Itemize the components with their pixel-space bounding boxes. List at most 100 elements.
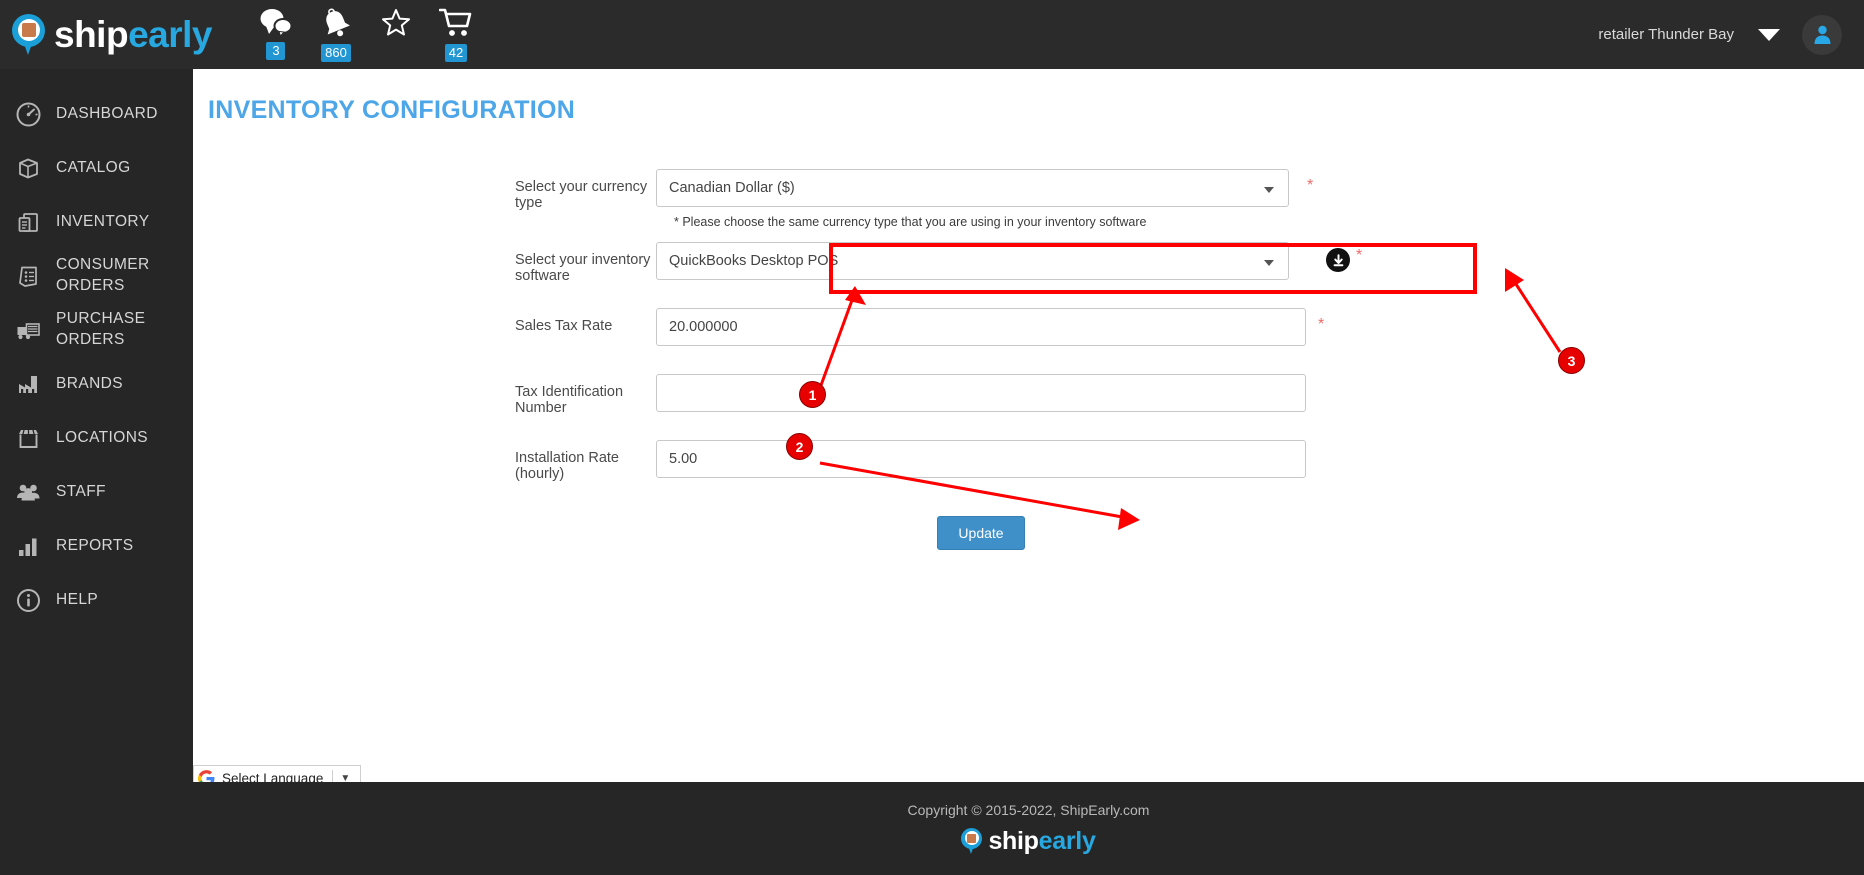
footer-brand-logo: shipearly bbox=[961, 827, 1096, 856]
brand-wordmark: shipearly bbox=[54, 16, 212, 53]
sidebar-item-label: LOCATIONS bbox=[56, 428, 149, 446]
top-header-bar: shipearly 3 860 42 retailer Thunder Bay bbox=[0, 0, 1864, 69]
footer-brand-early: early bbox=[1038, 826, 1096, 855]
sidebar-item-label: STAFF bbox=[56, 482, 106, 500]
tax-id-control bbox=[656, 374, 1306, 412]
sidebar-item-label: BRANDS bbox=[56, 374, 123, 392]
sales-tax-required-marker: * bbox=[1318, 316, 1325, 333]
download-connector-icon[interactable] bbox=[1326, 248, 1350, 272]
form-row-tax-id: Tax Identification Number bbox=[193, 374, 1864, 440]
document-list-icon bbox=[9, 264, 47, 289]
installation-rate-input[interactable]: 5.00 bbox=[656, 440, 1306, 478]
footer-brand-ship: ship bbox=[988, 826, 1039, 855]
sidebar-item-label: DASHBOARD bbox=[56, 104, 158, 122]
avatar[interactable] bbox=[1802, 14, 1842, 55]
installation-rate-value: 5.00 bbox=[669, 451, 698, 467]
notifications-button[interactable]: 860 bbox=[306, 8, 366, 62]
inventory-boxes-icon bbox=[9, 210, 47, 235]
messages-icon bbox=[259, 8, 293, 40]
software-control: QuickBooks Desktop POS * bbox=[656, 242, 1362, 280]
brand-text-ship: ship bbox=[54, 14, 129, 55]
currency-required-marker: * bbox=[1307, 177, 1314, 194]
actions-control: Update bbox=[656, 506, 1306, 550]
sidebar-item-dashboard[interactable]: DASHBOARD bbox=[0, 87, 193, 141]
header-icon-group: 3 860 42 bbox=[246, 0, 486, 69]
sidebar-item-purchase-orders[interactable]: PURCHASE ORDERS bbox=[0, 303, 193, 357]
people-group-icon bbox=[9, 480, 47, 505]
inventory-software-select-value: QuickBooks Desktop POS bbox=[669, 253, 839, 269]
sales-tax-control: 20.000000 * bbox=[656, 308, 1324, 346]
favorites-star-icon bbox=[381, 8, 411, 41]
sales-tax-rate-input[interactable]: 20.000000 bbox=[656, 308, 1306, 346]
sidebar-item-consumer-orders[interactable]: CONSUMER ORDERS bbox=[0, 249, 193, 303]
page-title: INVENTORY CONFIGURATION bbox=[208, 96, 576, 124]
sidebar-item-label: INVENTORY bbox=[56, 212, 150, 230]
app-root: shipearly 3 860 42 retailer Thunder Bay … bbox=[0, 0, 1864, 875]
form-row-installation-rate: Installation Rate (hourly) 5.00 bbox=[193, 440, 1864, 506]
sales-tax-label: Sales Tax Rate bbox=[515, 318, 613, 334]
storefront-icon bbox=[9, 426, 47, 451]
currency-label: Select your currency type bbox=[515, 179, 648, 211]
factory-icon bbox=[9, 372, 47, 397]
inventory-configuration-form: Select your currency type Canadian Dolla… bbox=[193, 169, 1864, 550]
sidebar-item-reports[interactable]: REPORTS bbox=[0, 519, 193, 573]
bar-chart-icon bbox=[9, 534, 47, 559]
cart-button[interactable]: 42 bbox=[426, 8, 486, 62]
page-footer: Copyright © 2015-2022, ShipEarly.com shi… bbox=[193, 782, 1864, 875]
installation-rate-label: Installation Rate (hourly) bbox=[515, 450, 619, 482]
sidebar-item-catalog[interactable]: CATALOG bbox=[0, 141, 193, 195]
notifications-badge: 860 bbox=[321, 44, 351, 62]
chevron-down-icon bbox=[1264, 187, 1274, 193]
form-row-software: Select your inventory software QuickBook… bbox=[193, 242, 1864, 308]
speedometer-icon bbox=[9, 102, 47, 127]
currency-hint: * Please choose the same currency type t… bbox=[674, 215, 1147, 229]
messages-button[interactable]: 3 bbox=[246, 8, 306, 60]
notifications-bell-icon bbox=[320, 8, 352, 42]
sales-tax-rate-value: 20.000000 bbox=[669, 319, 738, 335]
sidebar-item-brands[interactable]: BRANDS bbox=[0, 357, 193, 411]
copyright-text: Copyright © 2015-2022, ShipEarly.com bbox=[907, 801, 1150, 818]
favorites-button[interactable] bbox=[366, 8, 426, 61]
software-required-marker: * bbox=[1356, 247, 1363, 264]
update-button[interactable]: Update bbox=[937, 516, 1025, 550]
delivery-truck-icon bbox=[9, 318, 47, 343]
inventory-software-select[interactable]: QuickBooks Desktop POS bbox=[656, 242, 1289, 280]
software-label: Select your inventory software bbox=[515, 252, 651, 284]
sidebar-item-locations[interactable]: LOCATIONS bbox=[0, 411, 193, 465]
currency-control: Canadian Dollar ($) * Please choose the … bbox=[656, 169, 1313, 229]
tax-identification-number-input[interactable] bbox=[656, 374, 1306, 412]
footer-brand-wordmark: shipearly bbox=[988, 827, 1095, 856]
brand-text-early: early bbox=[128, 14, 212, 55]
messages-badge: 3 bbox=[266, 42, 286, 60]
currency-select[interactable]: Canadian Dollar ($) bbox=[656, 169, 1289, 207]
currency-select-value: Canadian Dollar ($) bbox=[669, 180, 795, 196]
shipearly-pin-icon bbox=[961, 827, 983, 855]
sidebar-item-staff[interactable]: STAFF bbox=[0, 465, 193, 519]
tax-id-label: Tax Identification Number bbox=[515, 384, 624, 416]
sidebar-item-help[interactable]: HELP bbox=[0, 573, 193, 627]
annotation-marker-2: 2 bbox=[786, 433, 813, 460]
cart-icon bbox=[439, 8, 472, 42]
box-icon bbox=[9, 156, 47, 181]
installation-rate-control: 5.00 bbox=[656, 440, 1306, 478]
sidebar-item-label: PURCHASE ORDERS bbox=[56, 310, 146, 348]
sidebar-item-inventory[interactable]: INVENTORY bbox=[0, 195, 193, 249]
form-row-sales-tax: Sales Tax Rate 20.000000 * bbox=[193, 308, 1864, 374]
chevron-down-icon[interactable] bbox=[1758, 28, 1780, 41]
sidebar-item-label: HELP bbox=[56, 590, 99, 608]
chevron-down-icon bbox=[1264, 260, 1274, 266]
sidebar-item-label: REPORTS bbox=[56, 536, 134, 554]
sidebar-nav: DASHBOARD CATALOG INVENTORY CONSUMER ORD… bbox=[0, 69, 193, 875]
shipearly-pin-icon bbox=[12, 13, 45, 56]
cart-badge: 42 bbox=[444, 44, 468, 62]
form-row-actions: Update bbox=[193, 506, 1864, 550]
form-row-currency: Select your currency type Canadian Dolla… bbox=[193, 169, 1864, 242]
annotation-marker-3: 3 bbox=[1558, 347, 1585, 374]
main-content: INVENTORY CONFIGURATION Select your curr… bbox=[193, 69, 1864, 782]
info-circle-icon bbox=[9, 588, 47, 613]
sidebar-item-label: CATALOG bbox=[56, 158, 131, 176]
header-user-area: retailer Thunder Bay bbox=[1598, 0, 1842, 69]
sidebar-item-label: CONSUMER ORDERS bbox=[56, 256, 150, 294]
brand-logo[interactable]: shipearly bbox=[12, 0, 212, 69]
actions-spacer bbox=[193, 506, 656, 516]
